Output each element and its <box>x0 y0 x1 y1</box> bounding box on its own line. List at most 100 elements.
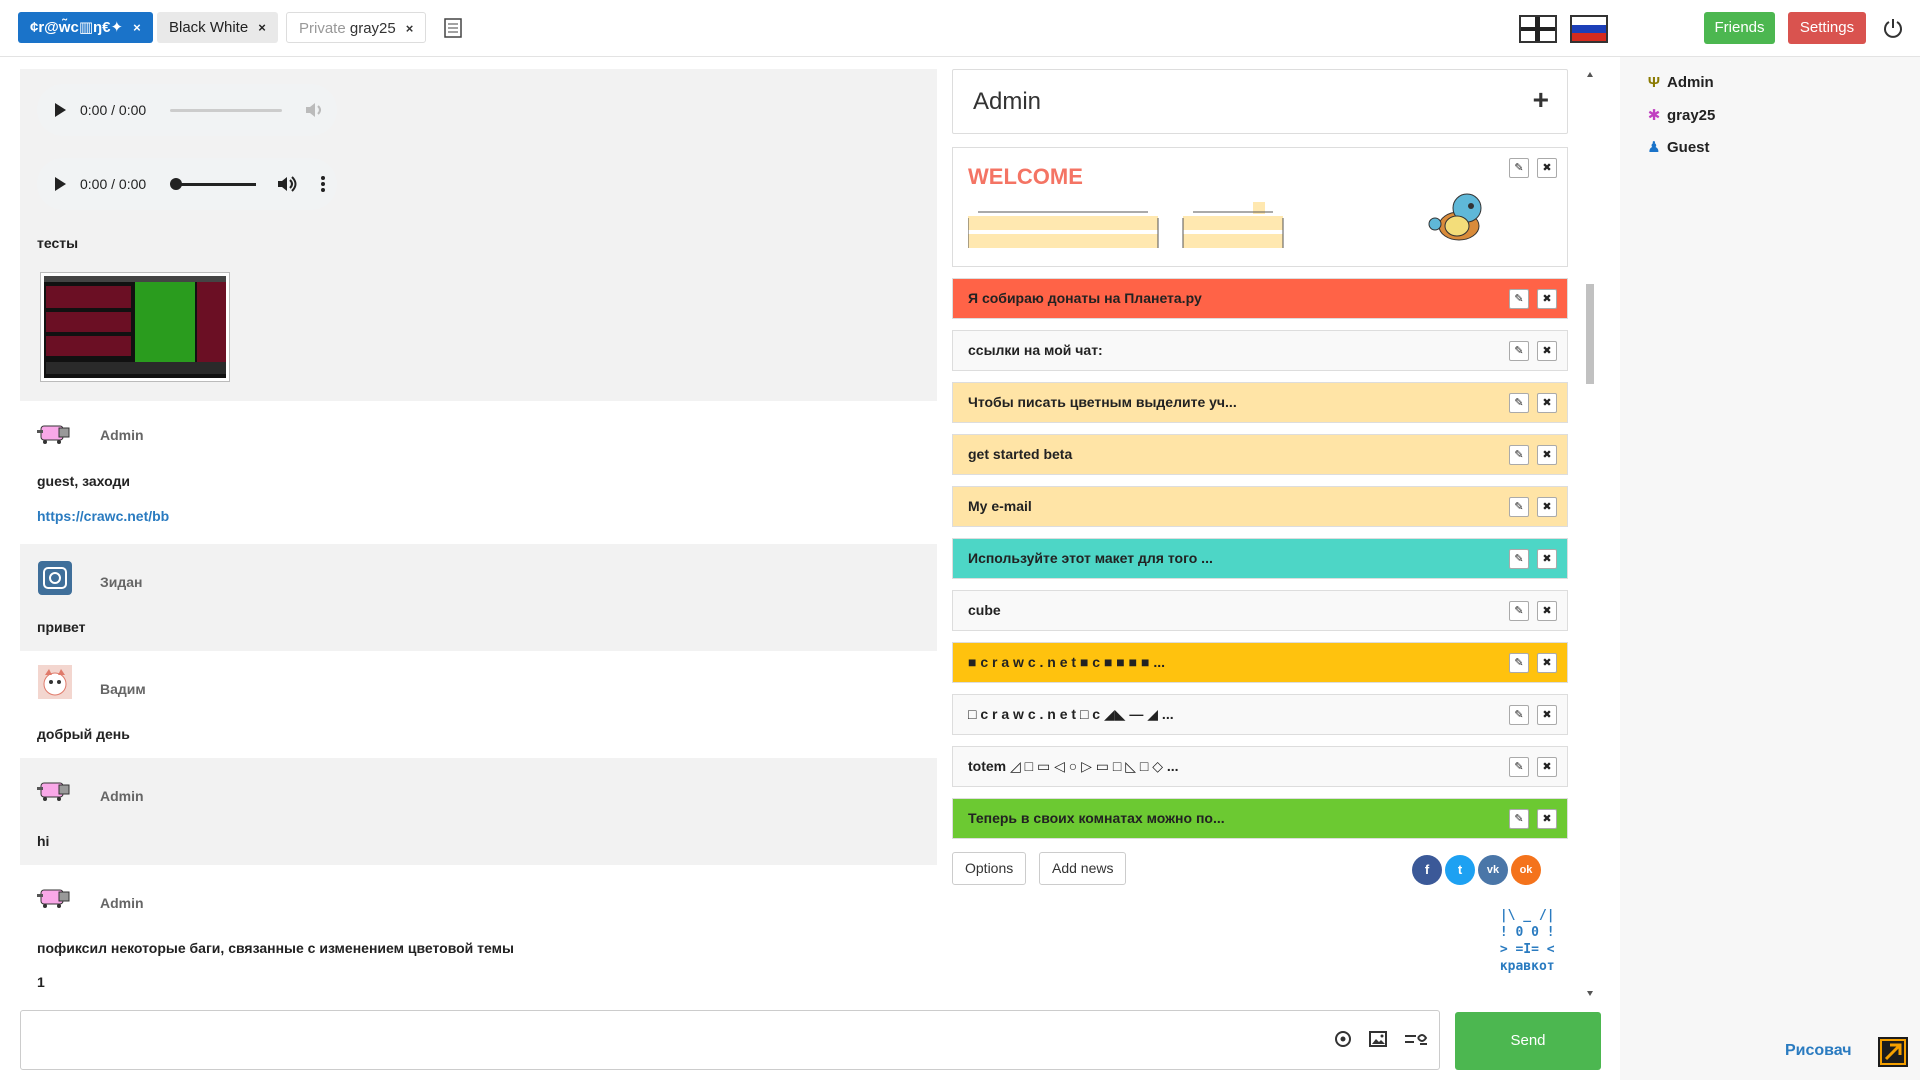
edit-icon[interactable]: ✎ <box>1509 497 1529 517</box>
close-icon[interactable]: × <box>133 20 141 35</box>
news-title: totem ◿ □ ▭ ◁ ○ ▷ ▭ □ ◺ □ ◇ ... <box>968 758 1179 774</box>
edit-icon[interactable]: ✎ <box>1509 653 1529 673</box>
ok-glyph: ok <box>1519 864 1533 876</box>
news-item[interactable]: cube ✎ ✖ <box>952 590 1568 631</box>
text-format-icon[interactable] <box>1402 1028 1430 1050</box>
news-item[interactable]: totem ◿ □ ▭ ◁ ○ ▷ ▭ □ ◺ □ ◇ ... ✎ ✖ <box>952 746 1568 787</box>
edit-icon[interactable]: ✎ <box>1509 549 1529 569</box>
message-author[interactable]: Admin <box>100 788 144 804</box>
news-title: My e-mail <box>968 498 1032 514</box>
user-gray25[interactable]: ✱ gray25 <box>1645 106 1716 124</box>
audio-progress[interactable] <box>180 182 257 186</box>
more-options-icon[interactable] <box>320 175 326 193</box>
delete-icon[interactable]: ✖ <box>1537 445 1557 465</box>
audio-player[interactable]: 0:00 / 0:00 <box>37 158 337 210</box>
news-item[interactable]: Я собираю донаты на Планета.ру ✎ ✖ <box>952 278 1568 319</box>
delete-icon[interactable]: ✖ <box>1537 809 1557 829</box>
nyan-cat-avatar <box>37 782 70 801</box>
message-input[interactable] <box>20 1010 1440 1070</box>
play-icon[interactable] <box>55 177 66 191</box>
tab-private-gray25[interactable]: Private gray25 × <box>286 12 427 43</box>
power-icon[interactable] <box>1882 17 1904 39</box>
delete-icon[interactable]: ✖ <box>1537 705 1557 725</box>
screenshot-thumbnail[interactable] <box>40 272 230 382</box>
target-icon[interactable] <box>1332 1028 1354 1050</box>
cat-avatar <box>38 665 72 699</box>
delete-icon[interactable]: ✖ <box>1537 158 1557 178</box>
news-item[interactable]: □ c r a w c . n e t □ c ◢◣ — ◢ ... ✎ ✖ <box>952 694 1568 735</box>
options-button[interactable]: Options <box>952 852 1027 885</box>
delete-icon[interactable]: ✖ <box>1537 393 1557 413</box>
edit-icon[interactable]: ✎ <box>1509 158 1529 178</box>
audio-player[interactable]: 0:00 / 0:00 <box>37 84 337 136</box>
edit-icon[interactable]: ✎ <box>1509 757 1529 777</box>
list-icon[interactable] <box>444 18 462 38</box>
vk-icon[interactable]: vk <box>1478 855 1508 885</box>
odnoklassniki-icon[interactable]: ok <box>1511 855 1541 885</box>
message-text: пофиксил некоторые баги, связанные с изм… <box>37 940 514 956</box>
volume-icon[interactable] <box>276 174 298 194</box>
message: Вадим добрый день <box>20 651 937 758</box>
close-icon[interactable]: × <box>258 20 266 35</box>
delete-icon[interactable]: ✖ <box>1537 289 1557 309</box>
arrow-icon[interactable] <box>1878 1037 1908 1067</box>
play-icon[interactable] <box>55 103 66 117</box>
friends-button[interactable]: Friends <box>1704 12 1775 44</box>
delete-icon[interactable]: ✖ <box>1537 549 1557 569</box>
theme-flag-icon[interactable] <box>1519 15 1557 43</box>
send-button[interactable]: Send <box>1455 1012 1601 1070</box>
facebook-glyph: f <box>1424 862 1430 877</box>
facebook-icon[interactable]: f <box>1412 855 1442 885</box>
twitter-icon[interactable]: t <box>1445 855 1475 885</box>
image-icon[interactable] <box>1367 1028 1389 1050</box>
news-panel: Admin + WELCOME ✎ ✖ Я собираю донаты на … <box>952 69 1568 999</box>
close-icon[interactable]: × <box>406 21 414 36</box>
delete-icon[interactable]: ✖ <box>1537 601 1557 621</box>
user-name: Admin <box>1667 74 1714 91</box>
edit-icon[interactable]: ✎ <box>1509 289 1529 309</box>
delete-icon[interactable]: ✖ <box>1537 497 1557 517</box>
delete-icon[interactable]: ✖ <box>1537 341 1557 361</box>
news-item[interactable]: get started beta ✎ ✖ <box>952 434 1568 475</box>
message-audio-block: 0:00 / 0:00 0:00 / 0:00 тесты <box>20 69 937 401</box>
panel-scrollbar[interactable] <box>1585 69 1595 999</box>
volume-icon[interactable] <box>304 100 324 120</box>
edit-icon[interactable]: ✎ <box>1509 393 1529 413</box>
delete-icon[interactable]: ✖ <box>1537 757 1557 777</box>
news-item[interactable]: Теперь в своих комнатах можно по... ✎ ✖ <box>952 798 1568 839</box>
chat-messages[interactable]: 0:00 / 0:00 0:00 / 0:00 тесты Admin gues… <box>20 69 937 999</box>
audio-time: 0:00 / 0:00 <box>80 176 147 192</box>
tab-room-main[interactable]: ¢r@w̃c▥ŋ€✦ × <box>18 12 153 43</box>
news-title: ■ c r a w c . n e t ■ c ■ ■ ■ ■ ... <box>968 654 1166 670</box>
psi-icon: Ψ <box>1647 74 1661 91</box>
russian-flag-icon[interactable] <box>1570 15 1608 43</box>
news-item[interactable]: My e-mail ✎ ✖ <box>952 486 1568 527</box>
tab-black-white[interactable]: Black White × <box>157 12 278 43</box>
news-title: □ c r a w c . n e t □ c ◢◣ — ◢ ... <box>968 706 1174 722</box>
message-author[interactable]: Вадим <box>100 681 146 697</box>
message-author[interactable]: Admin <box>100 427 144 443</box>
edit-icon[interactable]: ✎ <box>1509 341 1529 361</box>
message-author[interactable]: Admin <box>100 895 144 911</box>
edit-icon[interactable]: ✎ <box>1509 601 1529 621</box>
ascii-cat-logo[interactable]: |\ _ /| ! 0 0 ! > =I= < кравкот <box>1492 907 1555 975</box>
news-item[interactable]: Чтобы писать цветным выделите уч... ✎ ✖ <box>952 382 1568 423</box>
news-item[interactable]: ■ c r a w c . n e t ■ c ■ ■ ■ ■ ... ✎ ✖ <box>952 642 1568 683</box>
add-news-button[interactable]: Add news <box>1039 852 1127 885</box>
settings-button[interactable]: Settings <box>1788 12 1866 44</box>
audio-progress[interactable] <box>170 108 283 112</box>
add-icon[interactable]: + <box>1533 84 1549 116</box>
ascii-art-banner <box>968 202 1284 248</box>
delete-icon[interactable]: ✖ <box>1537 653 1557 673</box>
edit-icon[interactable]: ✎ <box>1509 445 1529 465</box>
edit-icon[interactable]: ✎ <box>1509 705 1529 725</box>
user-admin[interactable]: Ψ Admin <box>1645 74 1714 91</box>
risovach-link[interactable]: Рисовач <box>1785 1042 1852 1060</box>
scrollbar-thumb[interactable] <box>1586 284 1594 384</box>
user-guest[interactable]: ♟ Guest <box>1645 138 1709 156</box>
news-item[interactable]: ссылки на мой чат: ✎ ✖ <box>952 330 1568 371</box>
edit-icon[interactable]: ✎ <box>1509 809 1529 829</box>
news-item[interactable]: Используйте этот макет для того ... ✎ ✖ <box>952 538 1568 579</box>
message-link[interactable]: https://crawc.net/bb <box>37 508 169 524</box>
message-author[interactable]: Зидан <box>100 574 143 590</box>
